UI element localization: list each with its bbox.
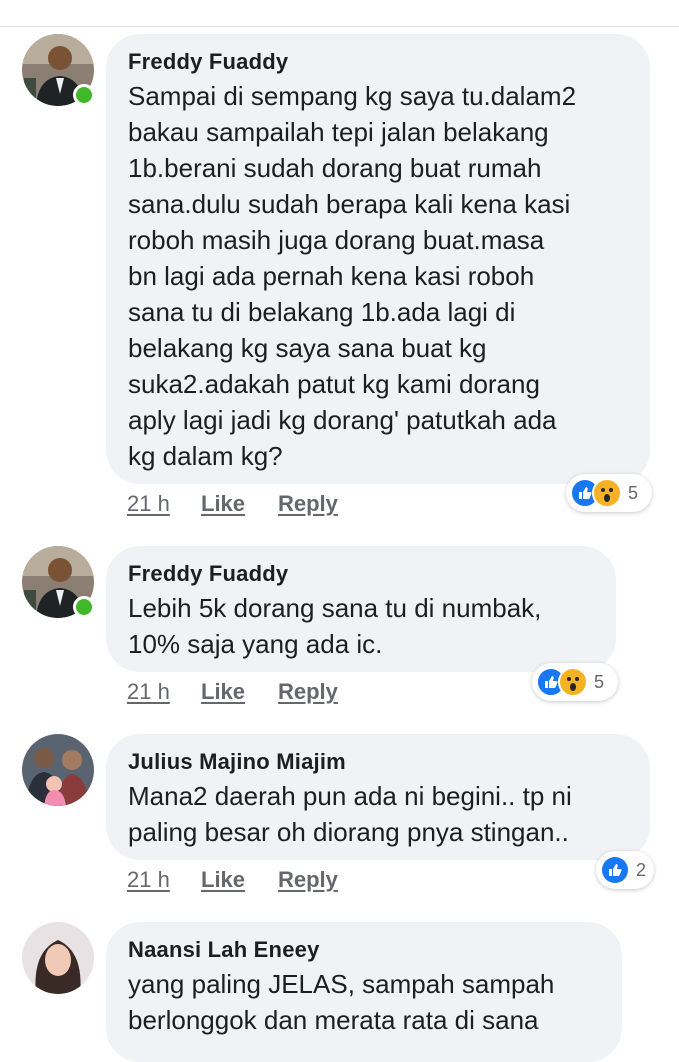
reply-button[interactable]: Reply [278, 678, 338, 706]
comment-author[interactable]: Freddy Fuaddy [128, 48, 628, 76]
avatar[interactable] [22, 734, 94, 806]
comment-author[interactable]: Freddy Fuaddy [128, 560, 594, 588]
comment-bubble: Julius Majino Miajim Mana2 daerah pun ad… [106, 734, 650, 860]
comment-actions: 21 h Like Reply [127, 678, 338, 706]
reaction-count: 5 [628, 482, 639, 503]
wow-icon [592, 478, 622, 508]
reply-button[interactable]: Reply [278, 490, 338, 518]
like-button[interactable]: Like [201, 866, 278, 894]
comment-timestamp[interactable]: 21 h [127, 866, 201, 894]
online-status-indicator [73, 84, 95, 106]
comment-author[interactable]: Naansi Lah Eneey [128, 936, 600, 964]
comment-bubble: Naansi Lah Eneey yang paling JELAS, samp… [106, 922, 622, 1062]
reactions-badge[interactable]: 5 [532, 663, 618, 701]
reactions-badge[interactable]: 2 [596, 851, 654, 889]
like-icon [600, 855, 630, 885]
comment-actions: 21 h Like Reply [127, 490, 338, 518]
reaction-count: 2 [635, 859, 646, 880]
like-button[interactable]: Like [201, 490, 278, 518]
like-button[interactable]: Like [201, 678, 278, 706]
comment-text: Mana2 daerah pun ada ni begini.. tp ni p… [128, 781, 572, 847]
reaction-count: 5 [594, 671, 605, 692]
comment-text: yang paling JELAS, sampah sampah berlong… [128, 969, 555, 1035]
reactions-badge[interactable]: 5 [566, 474, 652, 512]
comment-author[interactable]: Julius Majino Miajim [128, 748, 628, 776]
reply-button[interactable]: Reply [278, 866, 338, 894]
avatar[interactable] [22, 922, 94, 994]
online-status-indicator [73, 596, 95, 618]
comment-text: Lebih 5k dorang sana tu di numbak, 10% s… [128, 593, 542, 659]
comment-bubble: Freddy Fuaddy Sampai di sempang kg saya … [106, 34, 650, 484]
comment-text: Sampai di sempang kg saya tu.dalam2 baka… [128, 81, 577, 471]
comment-timestamp[interactable]: 21 h [127, 678, 201, 706]
comment-bubble: Freddy Fuaddy Lebih 5k dorang sana tu di… [106, 546, 616, 672]
comment-actions: 21 h Like Reply [127, 866, 338, 894]
comment-timestamp[interactable]: 21 h [127, 490, 201, 518]
wow-icon [558, 667, 588, 697]
top-divider [0, 26, 679, 27]
